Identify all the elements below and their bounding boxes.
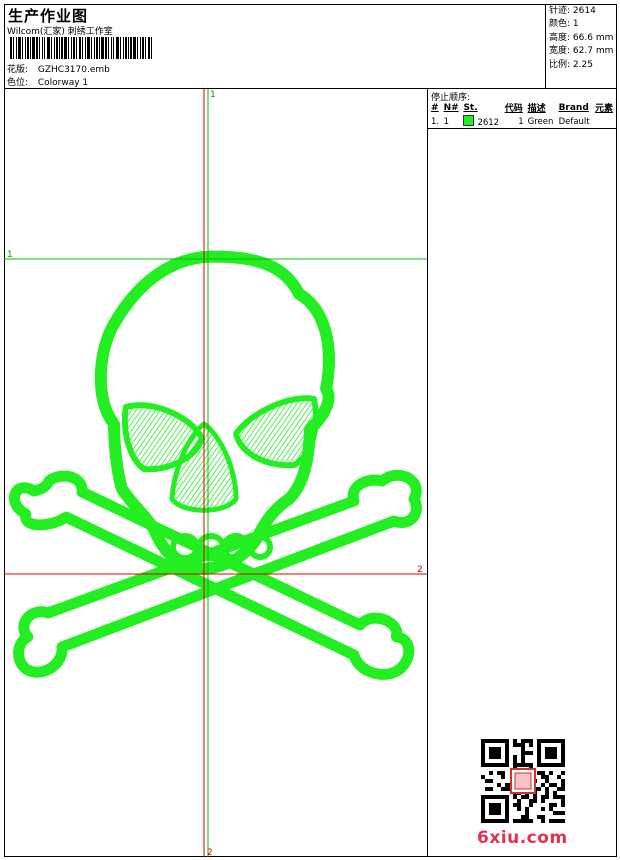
- watermark-site: 6xiu.com: [477, 828, 568, 848]
- qr-code-icon: [481, 739, 565, 823]
- color-swatch-icon: [463, 115, 475, 126]
- spec-stitches: 针迹: 2614: [549, 6, 596, 16]
- col-header-element: 元素: [595, 104, 614, 114]
- table-divider: [428, 128, 617, 129]
- row-index: 1.: [431, 116, 440, 127]
- spec-scale: 比例: 2.25: [549, 59, 593, 70]
- colorway-row: 色位: Colorway 1: [7, 75, 88, 88]
- table-header-row: # N# St. 代码 描述 Brand 元素: [429, 101, 616, 115]
- skull-crossbones-design: [9, 250, 422, 680]
- col-header-brand: Brand: [558, 102, 589, 113]
- col-header-stitches: St.: [463, 102, 478, 113]
- row-stitches: 2612: [461, 114, 502, 129]
- right-eye-socket: [233, 395, 319, 469]
- company-name: Wilcom(汇家) 刺绣工作室: [7, 27, 113, 37]
- table-row[interactable]: 1. 1 2612 1 Green Default: [429, 114, 616, 129]
- spec-colors: 颜色: 1: [549, 19, 579, 30]
- design-label: 花版:: [7, 65, 29, 75]
- guide-label-right: 2: [417, 565, 423, 575]
- col-header-code: 代码: [504, 104, 523, 114]
- row-brand: Default: [558, 116, 590, 127]
- guide-label-left: 1: [7, 250, 13, 260]
- row-element: [593, 114, 616, 129]
- row-needle: 1: [443, 116, 450, 127]
- guide-label-bottom: 2: [207, 848, 213, 857]
- col-header-description: 描述: [527, 104, 546, 114]
- guide-label-top: 1: [210, 90, 216, 100]
- worksheet-header: 生产作业图 Wilcom(汇家) 刺绣工作室 花版: GZHC3170.emb …: [4, 4, 617, 89]
- design-file-row: 花版: GZHC3170.emb: [7, 62, 110, 75]
- design-canvas[interactable]: 1 1 2 2: [4, 89, 428, 857]
- embroidery-preview: 1 1 2 2: [4, 89, 427, 857]
- spec-panel: 针迹: 2614 颜色: 1 高度: 66.6 mm 宽度: 62.7 mm 比…: [545, 4, 617, 89]
- barcode-icon: [10, 37, 152, 59]
- col-header-index: #: [431, 102, 439, 113]
- row-description: Green: [527, 116, 554, 127]
- spec-height: 高度: 66.6 mm: [549, 32, 614, 43]
- colorway-name: Colorway 1: [37, 78, 89, 88]
- design-file-name: GZHC3170.emb: [37, 65, 110, 75]
- spec-width: 宽度: 62.7 mm: [549, 46, 614, 57]
- page-title: 生产作业图: [8, 7, 89, 25]
- stop-sequence-table: # N# St. 代码 描述 Brand 元素 1. 1 2612 1 Gree…: [429, 101, 616, 129]
- colorway-label: 色位:: [7, 78, 29, 88]
- row-code: 1: [518, 116, 524, 127]
- col-header-needle: N#: [443, 102, 459, 113]
